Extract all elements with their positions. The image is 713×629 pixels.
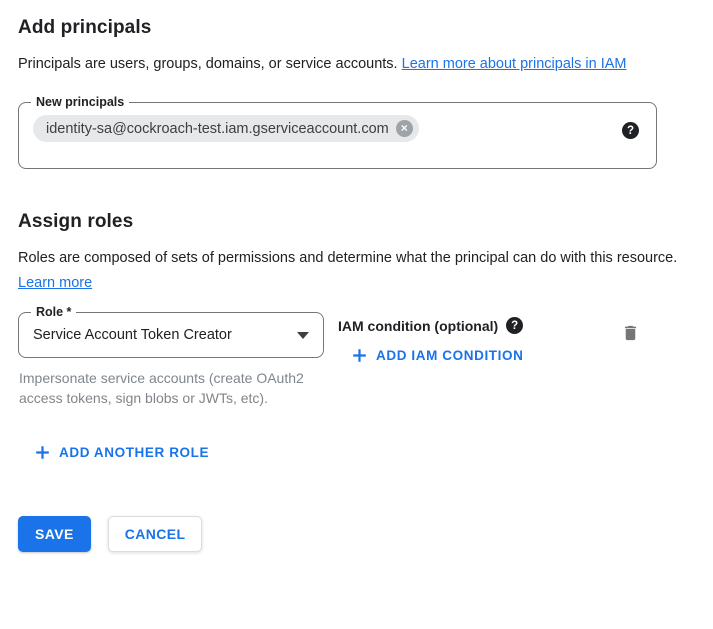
help-icon[interactable]: ? bbox=[506, 317, 523, 334]
help-icon[interactable]: ? bbox=[622, 122, 639, 139]
principal-chip-text: identity-sa@cockroach-test.iam.gservicea… bbox=[46, 121, 389, 137]
iam-condition-column: IAM condition (optional) ? ADD IAM CONDI… bbox=[338, 312, 523, 368]
plus-icon bbox=[35, 445, 50, 460]
add-iam-condition-label: ADD IAM CONDITION bbox=[376, 348, 523, 363]
learn-more-principals-link[interactable]: Learn more about principals in IAM bbox=[402, 56, 627, 72]
assign-roles-title: Assign roles bbox=[18, 211, 695, 233]
principal-chip[interactable]: identity-sa@cockroach-test.iam.gservicea… bbox=[33, 115, 419, 142]
dialog-actions: SAVE CANCEL bbox=[18, 516, 695, 552]
add-principals-panel: Add principals Principals are users, gro… bbox=[0, 0, 713, 552]
close-icon[interactable]: × bbox=[396, 120, 413, 137]
assign-roles-description-text: Roles are composed of sets of permission… bbox=[18, 250, 677, 266]
page-title: Add principals bbox=[18, 17, 695, 39]
plus-icon bbox=[352, 348, 367, 363]
principals-description: Principals are users, groups, domains, o… bbox=[18, 52, 680, 77]
iam-condition-label: IAM condition (optional) bbox=[338, 318, 498, 334]
cancel-button[interactable]: CANCEL bbox=[108, 516, 203, 552]
add-iam-condition-button[interactable]: ADD IAM CONDITION bbox=[352, 348, 523, 363]
delete-role-column bbox=[621, 312, 640, 348]
role-helper-text: Impersonate service accounts (create OAu… bbox=[19, 368, 311, 408]
role-label: Role * bbox=[31, 304, 76, 321]
new-principals-label: New principals bbox=[31, 94, 129, 111]
save-button[interactable]: SAVE bbox=[18, 516, 91, 552]
add-another-role-label: ADD ANOTHER ROLE bbox=[59, 445, 209, 460]
trash-icon bbox=[621, 323, 640, 343]
assign-roles-description: Roles are composed of sets of permission… bbox=[18, 246, 680, 296]
new-principals-field[interactable]: New principals identity-sa@cockroach-tes… bbox=[18, 102, 657, 169]
delete-role-button[interactable] bbox=[621, 323, 640, 343]
principals-description-text: Principals are users, groups, domains, o… bbox=[18, 56, 402, 72]
role-row: Role * Service Account Token Creator Imp… bbox=[18, 312, 695, 408]
learn-more-roles-link[interactable]: Learn more bbox=[18, 275, 92, 291]
add-another-role-button[interactable]: ADD ANOTHER ROLE bbox=[35, 445, 209, 460]
chevron-down-icon bbox=[297, 332, 309, 339]
role-column: Role * Service Account Token Creator Imp… bbox=[18, 312, 324, 408]
role-selected-value: Service Account Token Creator bbox=[33, 327, 232, 343]
role-select[interactable]: Role * Service Account Token Creator bbox=[18, 312, 324, 358]
